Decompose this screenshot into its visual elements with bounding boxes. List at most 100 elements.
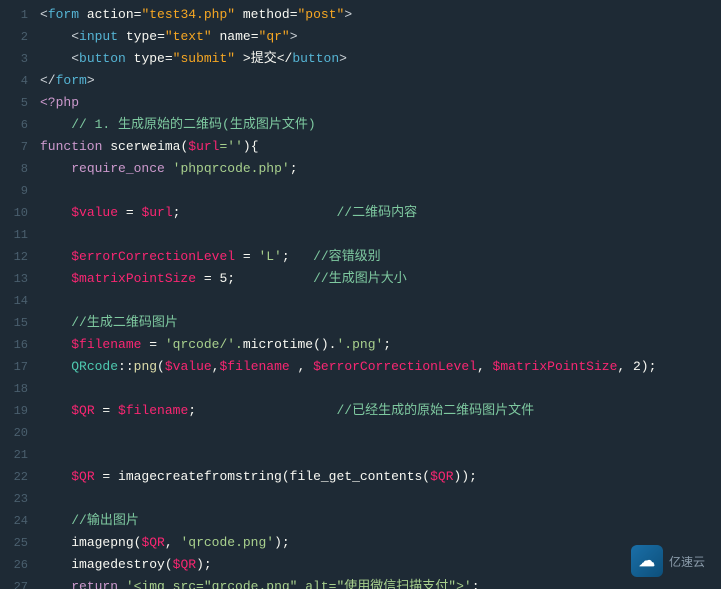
code-token: ){ (243, 139, 259, 154)
code-token: = (251, 29, 259, 44)
code-token: = (165, 51, 173, 66)
table-row: 16 $filename = 'qrcode/'.microtime().'.p… (0, 334, 721, 356)
code-token: // 1. 生成原始的二维码(生成图片文件) (71, 117, 315, 132)
line-number: 26 (0, 554, 28, 576)
code-token: >提交</ (235, 51, 292, 66)
code-token: //生成二维码图片 (71, 315, 178, 330)
line-number: 18 (0, 378, 28, 400)
line-content: imagepng($QR, 'qrcode.png'); (40, 532, 713, 554)
table-row: 27 return '<img src="qrcode.png" alt="使用… (0, 576, 721, 589)
code-token: "submit" (173, 51, 235, 66)
line-content: imagedestroy($QR); (40, 554, 713, 576)
code-token: > (344, 7, 352, 22)
table-row: 25 imagepng($QR, 'qrcode.png'); (0, 532, 721, 554)
code-token: "test34.php" (141, 7, 235, 22)
table-row: 6 // 1. 生成原始的二维码(生成图片文件) (0, 114, 721, 136)
table-row: 10 $value = $url; //二维码内容 (0, 202, 721, 224)
code-token: //二维码内容 (180, 205, 417, 220)
table-row: 8 require_once 'phpqrcode.php'; (0, 158, 721, 180)
table-row: 18 (0, 378, 721, 400)
table-row: 14 (0, 290, 721, 312)
code-token: (). (313, 337, 336, 352)
table-row: 4</form> (0, 70, 721, 92)
code-token: return (71, 579, 118, 589)
code-token: '.png' (336, 337, 383, 352)
line-number: 1 (0, 4, 28, 26)
code-token: $filename (219, 359, 289, 374)
code-token: ; (290, 161, 298, 176)
line-number: 12 (0, 246, 28, 268)
code-token: < (40, 7, 48, 22)
watermark-text: 亿速云 (669, 553, 705, 570)
line-number: 8 (0, 158, 28, 180)
code-token: $errorCorrectionLevel (71, 249, 235, 264)
code-token: , (165, 535, 181, 550)
code-token: //输出图片 (71, 513, 139, 528)
line-number: 10 (0, 202, 28, 224)
code-token: 2 (633, 359, 641, 374)
line-number: 24 (0, 510, 28, 532)
table-row: 19 $QR = $filename; //已经生成的原始二维码图片文件 (0, 400, 721, 422)
code-token (118, 579, 126, 589)
line-content: $QR = imagecreatefromstring(file_get_con… (40, 466, 713, 488)
code-token: method (235, 7, 290, 22)
code-token (40, 117, 71, 132)
code-token: = (235, 249, 258, 264)
line-content: <button type="submit" >提交</button> (40, 48, 713, 70)
code-token: $QR (141, 535, 164, 550)
line-content: $value = $url; //二维码内容 (40, 202, 713, 224)
code-token: type (118, 29, 157, 44)
code-token: <?php (40, 95, 79, 110)
table-row: 11 (0, 224, 721, 246)
table-row: 23 (0, 488, 721, 510)
code-token: = (141, 337, 164, 352)
code-token (40, 51, 71, 66)
line-content: function scerweima($url=''){ (40, 136, 713, 158)
line-content: </form> (40, 70, 713, 92)
code-token: form (48, 7, 79, 22)
code-token (40, 337, 71, 352)
code-token: ; (472, 579, 480, 589)
line-number: 7 (0, 136, 28, 158)
code-token: $matrixPointSize (71, 271, 196, 286)
code-editor: 1<form action="test34.php" method="post"… (0, 0, 721, 589)
code-token: ='' (219, 139, 242, 154)
code-token: //已经生成的原始二维码图片文件 (196, 403, 534, 418)
line-number: 11 (0, 224, 28, 246)
code-token: microtime (243, 337, 313, 352)
code-token: </ (40, 73, 56, 88)
code-token: ( (282, 469, 290, 484)
line-content: //输出图片 (40, 510, 713, 532)
line-content: require_once 'phpqrcode.php'; (40, 158, 713, 180)
code-token: require_once (71, 161, 165, 176)
code-token: png (134, 359, 157, 374)
code-token: "text" (165, 29, 212, 44)
code-token: $QR (430, 469, 453, 484)
code-token: action (79, 7, 134, 22)
code-token: ( (165, 557, 173, 572)
line-number: 9 (0, 180, 28, 202)
line-content: // 1. 生成原始的二维码(生成图片文件) (40, 114, 713, 136)
code-token: ; (383, 337, 391, 352)
code-token (40, 271, 71, 286)
code-token: ; (227, 271, 235, 286)
code-token: //容错级别 (290, 249, 381, 264)
code-token: < (71, 29, 79, 44)
code-token (40, 29, 71, 44)
code-token: function (40, 139, 102, 154)
code-token: $QR (71, 403, 94, 418)
line-number: 16 (0, 334, 28, 356)
line-content: $filename = 'qrcode/'.microtime().'.png'… (40, 334, 713, 356)
watermark: ☁ 亿速云 (631, 545, 705, 577)
code-token: imagedestroy (71, 557, 165, 572)
code-token (40, 557, 71, 572)
code-token: button (292, 51, 339, 66)
code-token (40, 579, 71, 589)
code-token: file_get_contents (290, 469, 423, 484)
watermark-logo: ☁ (631, 545, 663, 577)
code-token: > (290, 29, 298, 44)
code-token: ); (196, 557, 212, 572)
code-token: = (95, 469, 118, 484)
code-token: //生成图片大小 (235, 271, 407, 286)
table-row: 24 //输出图片 (0, 510, 721, 532)
